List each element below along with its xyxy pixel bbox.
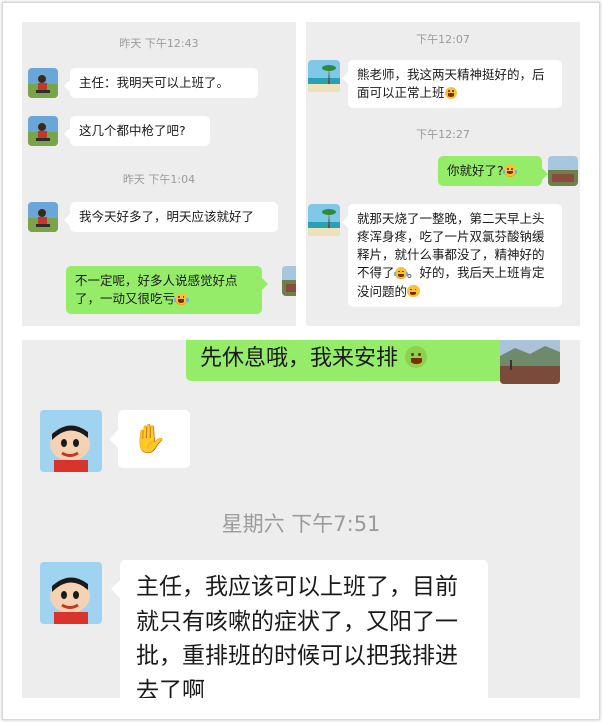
chat-panel-c: 先休息哦，我来安排 ✋ 星期六 下午7:51 主任，我应该可以上班了，目前就只有… [22,340,580,698]
timestamp: 昨天 下午12:43 [119,37,199,50]
grin-emoji-icon [444,86,458,99]
timestamp: 下午12:07 [416,33,470,46]
chat-panel-b: 下午12:07 熊老师，我这两天精神挺好的，后面可以正常上班 下午12:27 你… [306,22,580,326]
ok-hand-icon: ✋ [132,422,167,455]
message-bubble[interactable]: ✋ [109,410,190,468]
avatar-crayon-shinchan[interactable] [40,410,102,472]
timestamp: 星期六 下午7:51 [221,512,381,536]
my-avatar[interactable] [282,266,296,296]
laughing-tears-emoji-icon [502,164,518,177]
message-bubble[interactable]: 熊老师，我这两天精神挺好的，后面可以正常上班 [342,60,562,109]
avatar[interactable] [28,116,58,146]
message-bubble-sent[interactable]: 你就好了? [438,156,548,187]
grin-emoji-icon [407,284,420,298]
my-avatar[interactable] [548,156,578,186]
message-text: 不一定呢，好多人说感觉好点了，一动又很吃亏 [75,273,238,307]
message-bubble-sent[interactable]: 不一定呢，好多人说感觉好点了，一动又很吃亏 [66,266,268,315]
timestamp: 下午12:27 [416,128,470,141]
avatar-crayon-shinchan[interactable] [40,562,102,624]
message-bubble-sent[interactable]: 先休息哦，我来安排 [186,340,513,381]
person-emoji-icon [405,346,428,369]
message-bubble[interactable]: 主任，我应该可以上班了，目前就只有咳嗽的症状了，又阳了一批，重排班的时候可以把我… [111,560,488,698]
laughing-tears-emoji-icon [174,292,189,305]
avatar[interactable] [308,204,340,236]
avatar[interactable] [308,60,340,92]
avatar[interactable] [28,68,58,98]
message-text: 先休息哦，我来安排 [200,346,399,371]
message-bubble[interactable]: 这几个都中枪了吧? [64,116,210,147]
message-bubble[interactable]: 主任：我明天可以上班了。 [64,68,258,99]
message-bubble[interactable]: 我今天好多了，明天应该就好了 [64,202,278,233]
avatar[interactable] [28,202,58,232]
laughing-tears-emoji-icon [393,266,409,280]
message-text: 你就好了? [447,163,504,178]
chat-panel-a: 昨天 下午12:43 主任：我明天可以上班了。 这几个都中枪了吧? 昨天 下午1… [22,22,296,326]
timestamp: 昨天 下午1:04 [122,173,196,186]
message-bubble[interactable]: 就那天烧了一整晚，第二天早上头疼浑身疼，吃了一片双氯芬酸钠缓释片，就什么事都没了… [342,204,562,307]
my-avatar[interactable] [500,340,560,384]
